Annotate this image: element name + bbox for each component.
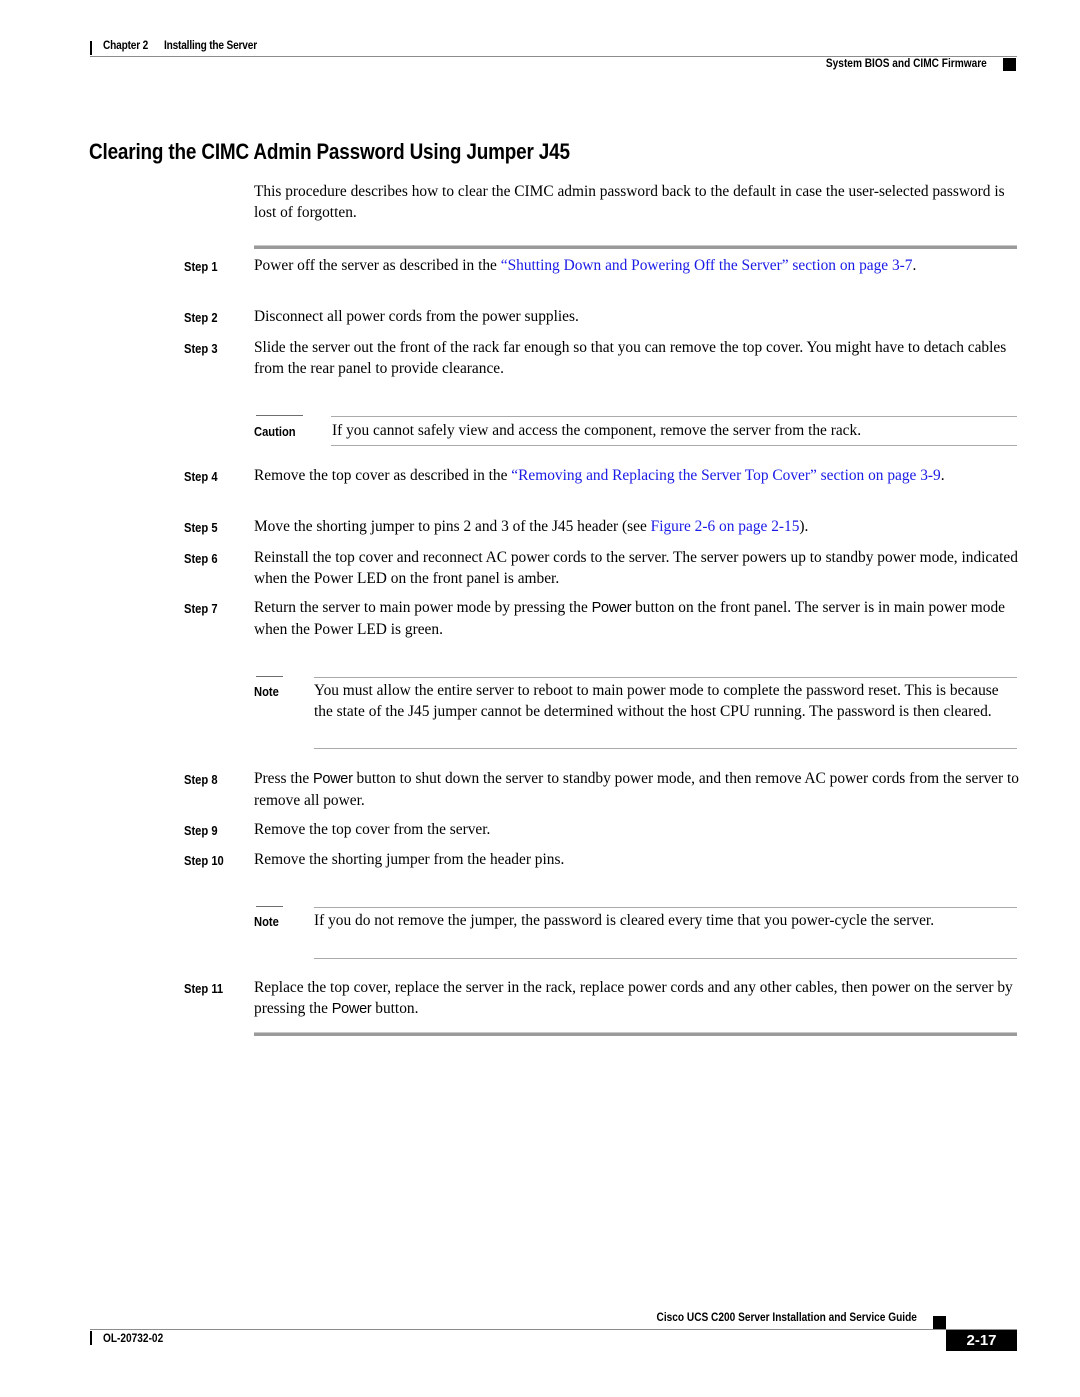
caution-top-rule (331, 416, 1017, 417)
step-text-body: Return the server to main power mode by … (254, 599, 592, 616)
section-title: Clearing the CIMC Admin Password Using J… (89, 139, 570, 164)
cross-reference-link[interactable]: “Shutting Down and Powering Off the Serv… (501, 257, 913, 274)
step-text: Move the shorting jumper to pins 2 and 3… (254, 516, 1019, 537)
step-text: Return the server to main power mode by … (254, 597, 1019, 640)
note-bottom-rule (314, 958, 1017, 959)
power-button-name: Power (331, 1001, 372, 1017)
note-short-rule (256, 906, 283, 907)
step-text: Remove the top cover from the server. (254, 821, 491, 838)
step-text-body: . (912, 257, 917, 274)
step-text-body: . (940, 467, 945, 484)
step-text-body: button. (371, 1000, 419, 1017)
note-text: If you do not remove the jumper, the pas… (314, 912, 935, 929)
step-label: Step 6 (184, 551, 218, 566)
step-label: Step 11 (184, 981, 224, 996)
caution-short-rule (256, 415, 303, 416)
note-top-rule (314, 907, 1017, 908)
step-text: Reinstall the top cover and reconnect AC… (254, 549, 1018, 587)
step-text-body: ). (799, 518, 809, 535)
note-bottom-rule (314, 748, 1017, 749)
step-label: Step 2 (184, 310, 218, 325)
step-label: Step 4 (184, 469, 218, 484)
header-left-bar (90, 41, 92, 55)
intro-paragraph: This procedure describes how to clear th… (254, 183, 1005, 221)
procedure-bottom-rule (254, 1032, 1017, 1036)
step-text: Press the Power button to shut down the … (254, 768, 1019, 811)
note-text: You must allow the entire server to rebo… (314, 682, 999, 720)
footer-left-bar (90, 1331, 92, 1345)
header-rule (90, 56, 1017, 57)
step-text-body: Move the shorting jumper to pins 2 and 3… (254, 518, 651, 535)
footer-rule (90, 1329, 1017, 1330)
footer-marker-square (933, 1316, 946, 1329)
step-label: Step 5 (184, 520, 218, 535)
step-text: Remove the top cover as described in the… (254, 465, 1019, 486)
running-header-section: System BIOS and CIMC Firmware (826, 58, 987, 70)
footer-guide-title: Cisco UCS C200 Server Installation and S… (656, 1312, 917, 1324)
caution-label: Caution (254, 424, 296, 439)
step-label: Step 9 (184, 823, 218, 838)
note-top-rule (314, 677, 1017, 678)
footer-doc-number: OL-20732-02 (103, 1333, 164, 1345)
step-text-body: Remove the top cover as described in the (254, 467, 512, 484)
note-label: Note (254, 684, 279, 699)
power-button-name: Power (591, 600, 632, 616)
step-label: Step 8 (184, 772, 218, 787)
step-label: Step 10 (184, 853, 224, 868)
step-text: Replace the top cover, replace the serve… (254, 977, 1019, 1020)
caution-bottom-rule (331, 445, 1017, 446)
step-label: Step 7 (184, 601, 218, 616)
note-label: Note (254, 914, 279, 929)
running-header-chapter: Chapter 2 Installing the Server (103, 40, 257, 52)
step-text-body: Press the (254, 770, 313, 787)
step-text: Slide the server out the front of the ra… (254, 339, 1007, 377)
step-text-body: button to shut down the server to standb… (254, 770, 1019, 809)
cross-reference-link[interactable]: “Removing and Replacing the Server Top C… (511, 467, 940, 484)
step-text: Disconnect all power cords from the powe… (254, 308, 579, 325)
step-label: Step 3 (184, 341, 218, 356)
procedure-top-rule (254, 245, 1017, 249)
step-text: Remove the shorting jumper from the head… (254, 851, 565, 868)
caution-text: If you cannot safely view and access the… (332, 422, 862, 439)
figure-reference-link[interactable]: Figure 2-6 on page 2-15 (651, 518, 800, 535)
chapter-number: Chapter 2 (103, 40, 149, 52)
header-marker-square (1003, 58, 1016, 71)
note-short-rule (256, 676, 283, 677)
step-text: Power off the server as described in the… (254, 255, 1019, 276)
page-number-badge: 2-17 (946, 1330, 1017, 1351)
power-button-name: Power (313, 771, 353, 787)
chapter-title: Installing the Server (163, 40, 257, 52)
step-label: Step 1 (184, 259, 218, 274)
step-text-body: Power off the server as described in the (254, 257, 501, 274)
